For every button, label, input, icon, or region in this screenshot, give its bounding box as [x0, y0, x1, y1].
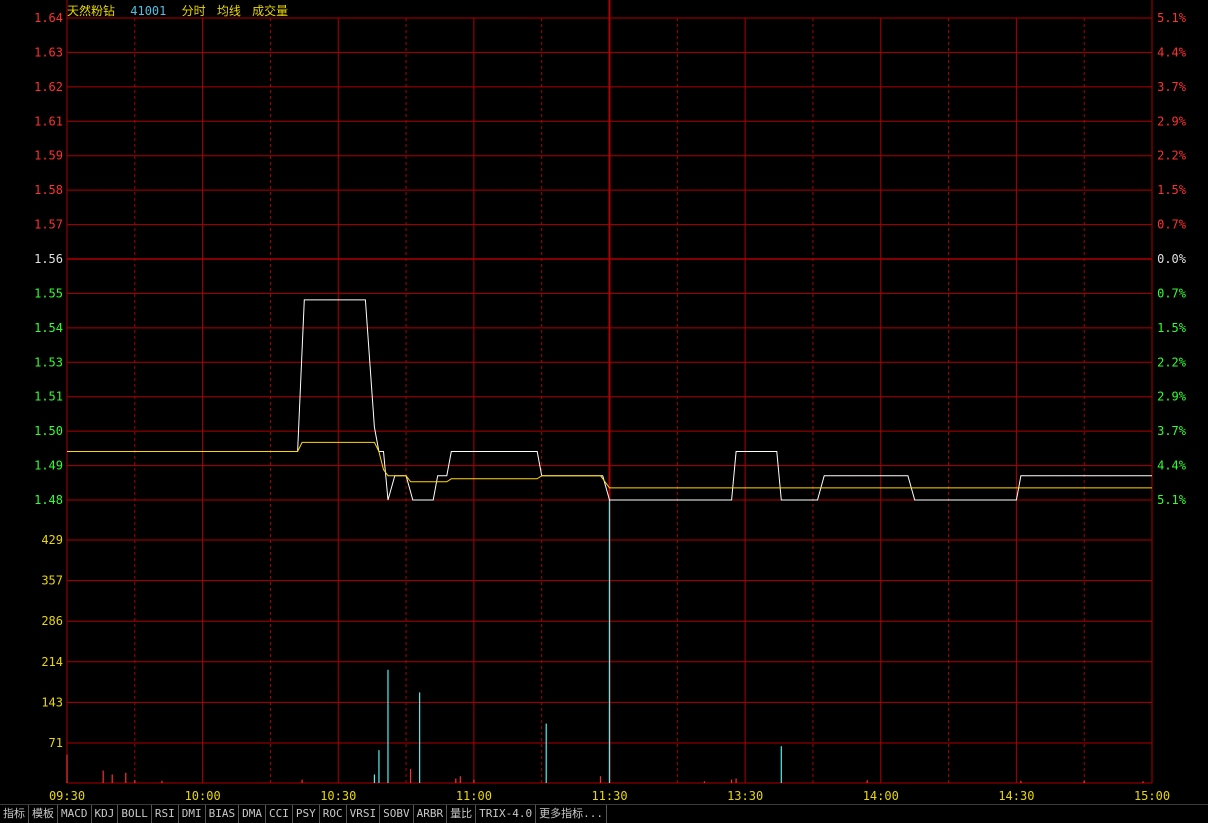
pct-tick-label: 1.5% — [1157, 321, 1187, 335]
stock-code: 41001 — [130, 4, 167, 18]
tab-11[interactable]: ROC — [320, 805, 347, 823]
tab-12[interactable]: VRSI — [347, 805, 381, 823]
time-tick-label: 14:00 — [863, 789, 899, 803]
pct-tick-label: 2.9% — [1157, 390, 1187, 404]
stock-name: 天然粉钻 — [67, 4, 116, 18]
chart-header: 天然粉钻 41001 分时 均线 成交量 — [67, 2, 296, 19]
price-tick-label: 1.48 — [34, 493, 63, 507]
tab-10[interactable]: PSY — [293, 805, 320, 823]
price-tick-label: 1.54 — [34, 321, 63, 335]
price-tick-label: 1.63 — [34, 45, 63, 59]
tab-0[interactable]: 指标 — [0, 805, 29, 823]
time-tick-label: 15:00 — [1134, 789, 1170, 803]
volume-tick-label: 286 — [41, 614, 63, 628]
label-avg-line: 均线 — [216, 4, 241, 18]
pct-tick-label: 4.4% — [1157, 45, 1187, 59]
indicator-tab-bar: 指标 模板 MACD KDJ BOLL RSI DMI BIAS DMA CCI PSY ROC VRS… — [0, 804, 1208, 823]
pct-tick-label: 0.7% — [1157, 218, 1187, 232]
tab-13[interactable]: SOBV — [380, 805, 414, 823]
volume-tick-label: 71 — [49, 736, 63, 750]
tab-2[interactable]: MACD — [58, 805, 92, 823]
tab-4[interactable]: BOLL — [118, 805, 152, 823]
price-tick-label: 1.49 — [34, 459, 63, 473]
pct-tick-label: 2.2% — [1157, 149, 1187, 163]
tab-6[interactable]: DMI — [179, 805, 206, 823]
pct-tick-label: 1.5% — [1157, 183, 1187, 197]
tab-14[interactable]: ARBR — [414, 805, 448, 823]
pct-tick-label: 5.1% — [1157, 493, 1187, 507]
label-volume: 成交量 — [252, 4, 289, 18]
time-tick-label: 13:30 — [727, 789, 763, 803]
time-tick-label: 14:30 — [998, 789, 1034, 803]
intraday-chart[interactable]: 1.64 5.1% 1.63 4.4% 1.62 3.7% 1.61 2.9% 1.59 2.2%… — [0, 0, 1208, 804]
tab-8[interactable]: DMA — [239, 805, 266, 823]
price-tick-label: 1.64 — [34, 11, 63, 25]
time-tick-label: 11:30 — [591, 789, 627, 803]
price-tick-label: 1.50 — [34, 424, 63, 438]
price-tick-label: 1.58 — [34, 183, 63, 197]
price-tick-label: 1.51 — [34, 390, 63, 404]
price-tick-label: 1.61 — [34, 114, 63, 128]
price-tick-label: 1.57 — [34, 218, 63, 232]
tab-7[interactable]: BIAS — [206, 805, 240, 823]
volume-tick-label: 214 — [41, 655, 63, 669]
pct-tick-label: 2.2% — [1157, 355, 1187, 369]
tab-1[interactable]: 模板 — [29, 805, 58, 823]
pct-tick-label: 4.4% — [1157, 459, 1187, 473]
pct-tick-label: 5.1% — [1157, 11, 1187, 25]
price-tick-label: 1.56 — [34, 252, 63, 266]
price-tick-label: 1.62 — [34, 80, 63, 94]
price-tick-label: 1.55 — [34, 286, 63, 300]
time-tick-label: 10:00 — [185, 789, 221, 803]
pct-tick-label: 2.9% — [1157, 114, 1187, 128]
tab-5[interactable]: RSI — [152, 805, 179, 823]
tab-16[interactable]: TRIX-4.0 — [476, 805, 537, 823]
pct-tick-label: 0.0% — [1157, 252, 1187, 266]
pct-tick-label: 0.7% — [1157, 286, 1187, 300]
price-tick-label: 1.53 — [34, 355, 63, 369]
pct-tick-label: 3.7% — [1157, 424, 1187, 438]
time-tick-label: 09:30 — [49, 789, 85, 803]
price-tick-label: 1.59 — [34, 149, 63, 163]
pct-tick-label: 3.7% — [1157, 80, 1187, 94]
time-tick-label: 10:30 — [320, 789, 356, 803]
tab-15[interactable]: 量比 — [447, 805, 477, 823]
volume-tick-label: 143 — [41, 695, 63, 709]
tab-3[interactable]: KDJ — [92, 805, 119, 823]
volume-tick-label: 429 — [41, 533, 63, 547]
label-fenshi: 分时 — [181, 4, 206, 18]
volume-tick-label: 357 — [41, 574, 63, 588]
tab-9[interactable]: CCI — [266, 805, 293, 823]
tab-17[interactable]: 更多指标... — [536, 805, 607, 823]
time-tick-label: 11:00 — [456, 789, 492, 803]
